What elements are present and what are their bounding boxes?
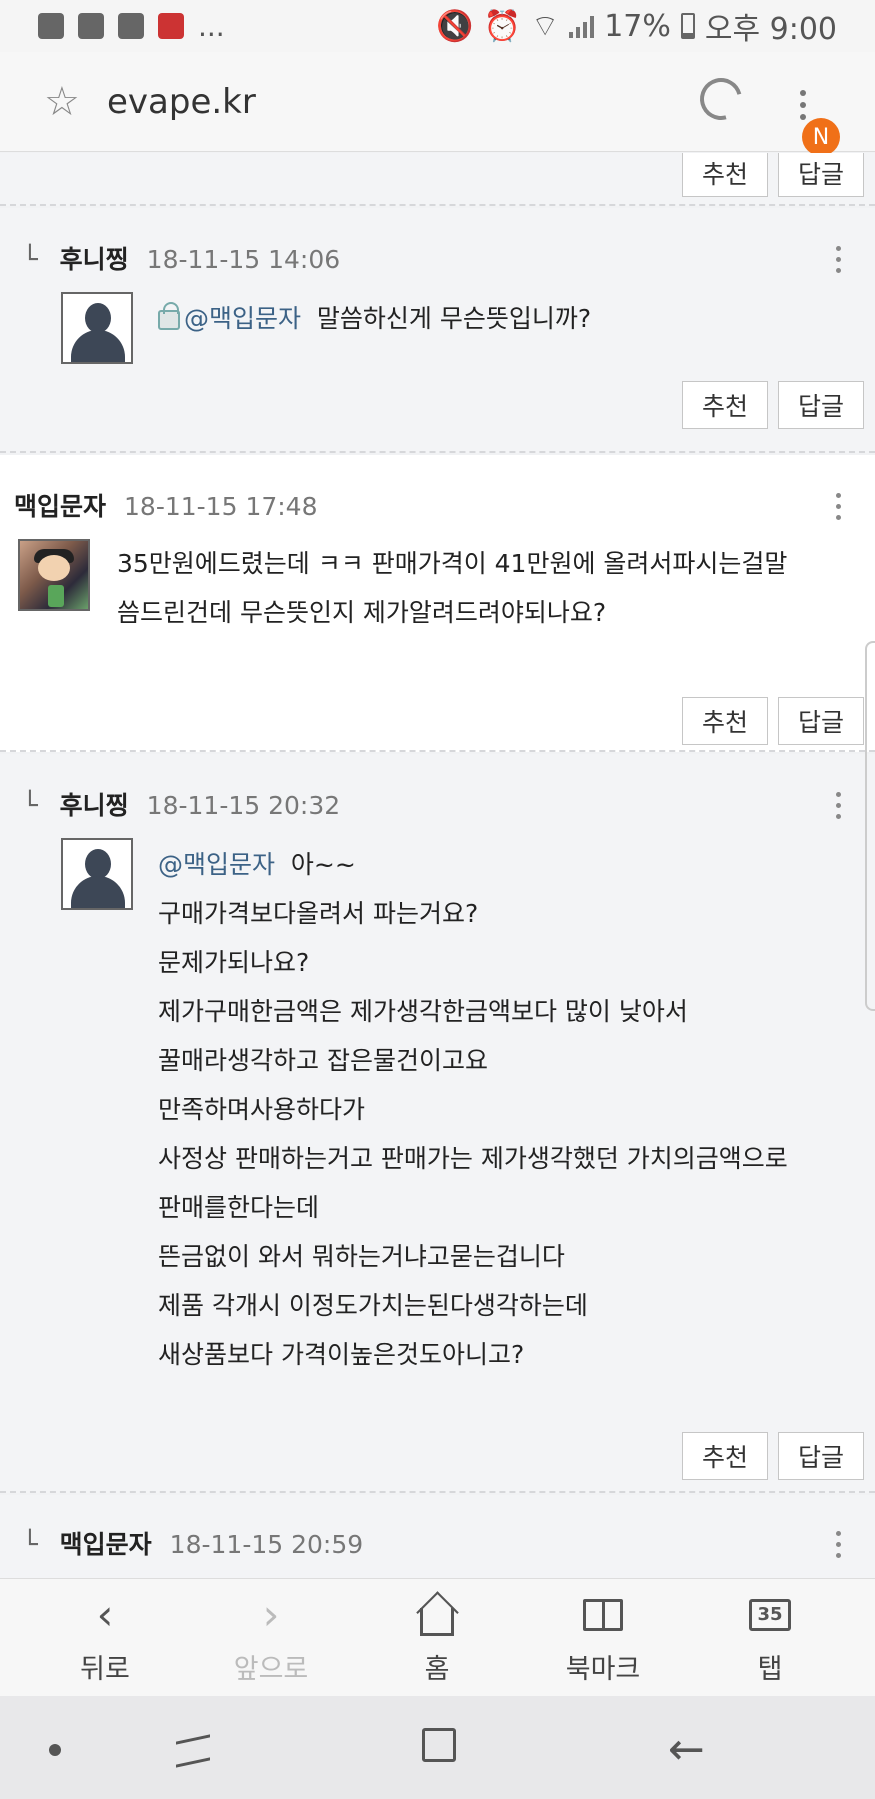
nav-label: 홈 xyxy=(424,1654,450,1685)
comment-line: 아~~ xyxy=(290,850,356,879)
comment-item: └ 맥입문자 18-11-15 20:59 xyxy=(0,1495,875,1578)
comment-line: 새상품보다 가격이높은것도아니고? xyxy=(158,1340,525,1369)
browser-address-bar: ☆ evape.kr N xyxy=(0,52,875,156)
recommend-button[interactable]: 추천 xyxy=(682,697,768,745)
comment-more-icon[interactable] xyxy=(836,1531,841,1558)
nav-back-button[interactable]: ‹ 뒤로 xyxy=(45,1589,165,1686)
browser-menu-icon[interactable] xyxy=(800,90,806,120)
alarm-icon: ⏰ xyxy=(483,8,521,44)
clock: 오후 9:00 xyxy=(704,12,837,47)
comment-item: 맥입문자 18-11-15 17:48 35만원에드렸는데 ㅋㅋ 판매가격이 4… xyxy=(0,455,875,752)
signal-icon xyxy=(569,14,595,38)
comment-date: 18-11-15 20:32 xyxy=(146,791,341,820)
comment-item: └ 후니찡 18-11-15 20:32 @맥입문자 아~~ 구매가격보다올려서… xyxy=(0,754,875,1493)
forward-chevron-icon: › xyxy=(262,1590,280,1639)
browser-bottom-nav: ‹ 뒤로 › 앞으로 홈 북마크 35 탭 xyxy=(0,1578,875,1696)
comment-author[interactable]: 맥입문자 xyxy=(14,487,106,523)
comment-line: 씀드린건데 무슨뜻인지 제가알려드려야되나요? xyxy=(117,598,607,627)
status-notification-icons: ... xyxy=(38,10,225,43)
reply-indent-icon: └ xyxy=(22,245,38,275)
comment-line: 판매를한다는데 xyxy=(158,1193,320,1222)
battery-icon xyxy=(680,13,695,39)
tabs-icon: 35 xyxy=(749,1599,791,1631)
url-field[interactable]: evape.kr xyxy=(107,82,256,122)
comment-line: 사정상 판매하는거고 판매가는 제가생각했던 가치의금액으로 xyxy=(158,1144,788,1173)
comment-item: 추천 답글 xyxy=(0,153,875,206)
secret-lock-icon xyxy=(158,302,180,330)
status-more: ... xyxy=(198,9,225,43)
status-bar: ... 🔇 ⏰ ⌔ 17% 오후 9:00 xyxy=(0,0,875,52)
comment-author[interactable]: 후니찡 xyxy=(60,786,129,822)
mention-link[interactable]: @맥입문자 xyxy=(158,850,275,879)
comment-body: 35만원에드렸는데 ㅋㅋ 판매가격이 41만원에 올려서파시는걸말 씀드린건데 … xyxy=(117,539,787,637)
comment-more-icon[interactable] xyxy=(836,792,841,819)
news-app-icon xyxy=(118,13,144,39)
comment-line: 뜬금없이 와서 뭐하는거냐고묻는겁니다 xyxy=(158,1242,565,1271)
nav-label: 앞으로 xyxy=(233,1654,309,1685)
comment-date: 18-11-15 20:59 xyxy=(169,1530,364,1559)
avatar[interactable] xyxy=(61,292,133,364)
reply-button[interactable]: 답글 xyxy=(778,1432,864,1480)
reply-button[interactable]: 답글 xyxy=(778,381,864,429)
comment-list: 추천 답글 └ 후니찡 18-11-15 14:06 @맥입문자 말씀하신게 무… xyxy=(0,153,875,1578)
nav-home-button[interactable]: 홈 xyxy=(377,1589,497,1686)
nav-label: 북마크 xyxy=(565,1654,641,1685)
reply-indent-icon: └ xyxy=(22,791,38,821)
gallery-icon xyxy=(78,13,104,39)
comment-author[interactable]: 후니찡 xyxy=(60,240,129,276)
reply-indent-icon: └ xyxy=(22,1530,38,1560)
mention-link[interactable]: @맥입문자 xyxy=(184,304,301,333)
avatar[interactable] xyxy=(61,838,133,910)
bookmark-icon xyxy=(583,1599,623,1631)
comment-date: 18-11-15 17:48 xyxy=(124,492,318,521)
reply-button[interactable]: 답글 xyxy=(778,697,864,745)
comment-line: 35만원에드렸는데 ㅋㅋ 판매가격이 41만원에 올려서파시는걸말 xyxy=(117,549,788,578)
reload-icon[interactable] xyxy=(692,70,750,128)
avatar[interactable] xyxy=(18,539,90,611)
nav-label: 탭 xyxy=(757,1654,783,1685)
notification-badge: N xyxy=(802,118,840,156)
bookmark-star-icon[interactable]: ☆ xyxy=(44,82,80,122)
recent-apps-icon[interactable] xyxy=(176,1734,210,1768)
wifi-icon: ⌔ xyxy=(531,9,560,44)
comment-date: 18-11-15 14:06 xyxy=(146,245,341,274)
status-system-info: 🔇 ⏰ ⌔ 17% 오후 9:00 xyxy=(436,4,837,48)
system-nav-bar: ← xyxy=(0,1696,875,1799)
comment-author[interactable]: 맥입문자 xyxy=(60,1525,152,1561)
comment-line: 문제가되나요? xyxy=(158,948,310,977)
comment-body: @맥입문자 말씀하신게 무슨뜻입니까? xyxy=(158,294,591,343)
nav-tabs-button[interactable]: 35 탭 xyxy=(710,1589,830,1686)
recommend-button[interactable]: 추천 xyxy=(682,1432,768,1480)
back-chevron-icon: ‹ xyxy=(96,1590,114,1639)
mute-icon: 🔇 xyxy=(436,8,474,44)
recommend-button[interactable]: 추천 xyxy=(682,153,768,197)
battery-percent: 17% xyxy=(604,8,671,44)
nav-forward-button[interactable]: › 앞으로 xyxy=(211,1589,331,1686)
comment-line: 말씀하신게 무슨뜻입니까? xyxy=(316,304,592,333)
comment-line: 꿀매라생각하고 잡은물건이고요 xyxy=(158,1046,488,1075)
calendar-app-icon xyxy=(158,13,184,39)
comment-more-icon[interactable] xyxy=(836,246,841,273)
comment-item: └ 후니찡 18-11-15 14:06 @맥입문자 말씀하신게 무슨뜻입니까?… xyxy=(0,208,875,453)
system-back-icon[interactable]: ← xyxy=(668,1724,705,1775)
scrollbar[interactable] xyxy=(865,641,875,1011)
nav-label: 뒤로 xyxy=(80,1654,130,1685)
comment-body: @맥입문자 아~~ 구매가격보다올려서 파는거요? 문제가되나요? 제가구매한금… xyxy=(158,840,788,1379)
reply-button[interactable]: 답글 xyxy=(778,153,864,197)
comment-more-icon[interactable] xyxy=(836,493,841,520)
comment-line: 구매가격보다올려서 파는거요? xyxy=(158,899,479,928)
nav-bookmark-button[interactable]: 북마크 xyxy=(543,1589,663,1686)
comment-line: 제품 각개시 이정도가치는된다생각하는데 xyxy=(158,1291,588,1320)
home-icon xyxy=(420,1608,454,1636)
recommend-button[interactable]: 추천 xyxy=(682,381,768,429)
comment-line: 제가구매한금액은 제가생각한금액보다 많이 낮아서 xyxy=(158,997,688,1026)
nav-dot-icon[interactable] xyxy=(49,1744,61,1756)
system-home-icon[interactable] xyxy=(422,1728,456,1762)
u-plus-icon xyxy=(38,13,64,39)
comment-line: 만족하며사용하다가 xyxy=(158,1095,366,1124)
